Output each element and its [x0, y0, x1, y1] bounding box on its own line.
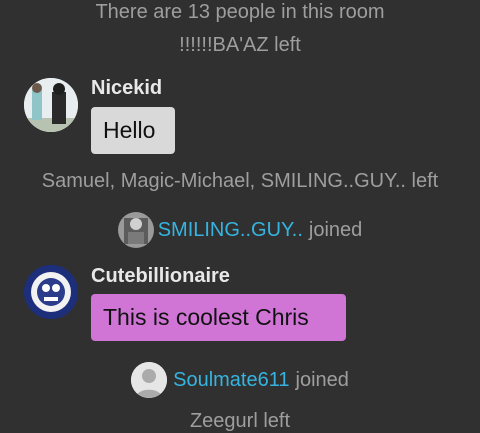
join-notice: Soulmate611 joined	[0, 360, 480, 400]
message-bubble[interactable]: Hello	[91, 107, 175, 154]
user-avatar[interactable]	[117, 212, 154, 248]
user-avatar[interactable]	[131, 362, 168, 398]
joined-label: joined	[295, 368, 349, 391]
nicekid-avatar[interactable]	[24, 78, 78, 132]
joined-user-link[interactable]: Soulmate611	[173, 369, 289, 392]
sender-name[interactable]: Cutebillionaire	[91, 265, 230, 288]
room-count-text: There are 13 people in this room	[95, 1, 385, 23]
photo-avatar-icon	[24, 265, 78, 319]
left-notice: !!!!!!BA'AZ left	[179, 34, 301, 56]
photo-avatar-icon	[117, 212, 154, 248]
left-notice: Samuel, Magic-Michael, SMILING..GUY.. le…	[41, 170, 439, 192]
join-notice: SMILING..GUY.. joined	[0, 210, 480, 250]
cutebillionaire-avatar[interactable]	[24, 265, 78, 319]
joined-user-link[interactable]: SMILING..GUY..	[158, 219, 303, 242]
default-user-icon	[131, 362, 168, 398]
sender-name[interactable]: Nicekid	[91, 77, 162, 100]
joined-label: joined	[308, 218, 363, 241]
message-bubble[interactable]: This is coolest Chris	[91, 294, 346, 341]
photo-avatar-icon	[24, 78, 78, 132]
left-notice: Zeegurl left	[189, 410, 291, 432]
